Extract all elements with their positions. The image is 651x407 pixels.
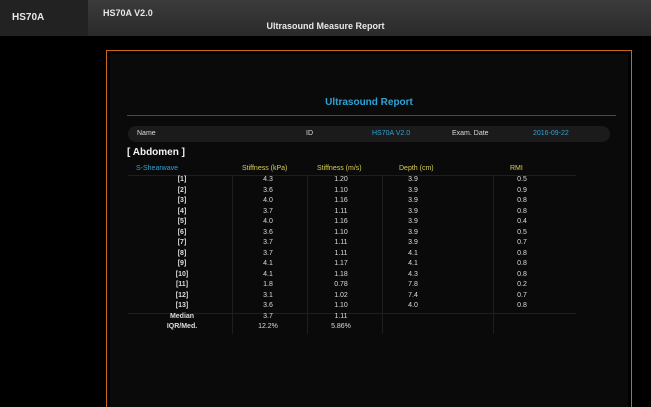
table-column-divider: [307, 175, 308, 334]
table-cell: 0.7: [517, 291, 527, 299]
table-cell: 5.86%: [331, 323, 351, 330]
table-row-label: [3]: [177, 197, 187, 204]
table-row-label: [2]: [177, 186, 187, 194]
table-row-label: [9]: [177, 260, 187, 267]
table-cell: 0.8: [517, 270, 527, 278]
table-column-divider: [493, 175, 494, 334]
table-cell: 0.7: [517, 239, 527, 246]
table-cell: 1.10: [334, 186, 348, 194]
table-row-label: [8]: [177, 249, 187, 257]
table-cell: 3.6: [263, 186, 273, 194]
table-cell: 0.4: [517, 218, 527, 225]
table-cell: 1.11: [334, 312, 348, 320]
window-title: Ultrasound Measure Report: [266, 21, 385, 31]
table-cell: 7.4: [408, 291, 418, 299]
table-cell: 0.5: [517, 228, 527, 236]
table-row-label: IQR/Med.: [166, 323, 198, 330]
table-cell: 3.7: [263, 249, 273, 257]
table-cell: 4.1: [263, 270, 273, 278]
version-label: HS70A V2.0: [103, 8, 153, 18]
table-cell: 3.6: [263, 228, 273, 236]
table-row-label: [7]: [177, 239, 187, 246]
table-row-label: [4]: [177, 207, 187, 215]
table-cell: 1.16: [334, 197, 348, 204]
table-cell: 4.0: [263, 218, 273, 225]
table-cell: 1.11: [334, 207, 348, 215]
table-cell: 12.2%: [258, 323, 278, 330]
table-row-label: [5]: [177, 218, 187, 225]
table-cell: 1.18: [334, 270, 348, 278]
table-cell: 0.5: [517, 176, 527, 183]
table-cell: 4.1: [408, 249, 418, 257]
table-cell: 4.1: [408, 260, 418, 267]
table-cell: 4.0: [408, 302, 418, 309]
table-cell: 1.11: [334, 239, 348, 246]
table-cell: 1.10: [334, 302, 348, 309]
table-cell: 3.9: [408, 228, 418, 236]
table-row-label: [11]: [175, 281, 189, 288]
table-cell: 3.9: [408, 239, 418, 246]
table-cell: 3.9: [408, 176, 418, 183]
table-cell: 0.8: [517, 197, 527, 204]
table-header-0: S-Shearwave: [136, 165, 179, 172]
table-cell: 7.8: [408, 281, 418, 288]
table-cell: 0.78: [334, 281, 348, 288]
table-header-3: Depth (cm): [399, 165, 434, 172]
table-cell: 0.8: [517, 260, 527, 267]
table-row-label: [1]: [177, 176, 187, 183]
title-bar: HS70A HS70A V2.0 Ultrasound Measure Repo…: [0, 0, 651, 36]
table-cell: 0.2: [517, 281, 527, 288]
table-cell: 1.10: [334, 228, 348, 236]
table-cell: 1.8: [263, 281, 273, 288]
table-cell: 3.9: [408, 218, 418, 225]
measurement-table: S-Shearwave Stiffness (kPa) Stiffness (m/s…: [110, 54, 628, 407]
table-cell: 3.7: [263, 239, 273, 246]
table-header-2: Stiffness (m/s): [317, 165, 362, 172]
table-cell: 4.3: [263, 176, 273, 183]
table-cell: 3.1: [263, 291, 273, 299]
table-cell: 1.17: [334, 260, 348, 267]
report-page[interactable]: Ultrasound Report Name ID HS70A V2.0 Exa…: [110, 54, 628, 407]
table-cell: 3.9: [408, 207, 418, 215]
table-row-label: [12]: [175, 291, 189, 299]
table-cell: 0.8: [517, 207, 527, 215]
table-cell: 4.3: [408, 270, 418, 278]
table-row-label: [10]: [175, 270, 189, 278]
table-row-label: Median: [169, 312, 195, 320]
table-cell: 3.7: [263, 312, 273, 320]
table-header-1: Stiffness (kPa): [242, 165, 288, 172]
table-cell: 3.9: [408, 186, 418, 194]
table-cell: 4.0: [263, 197, 273, 204]
table-cell: 4.1: [263, 260, 273, 267]
table-column-divider: [382, 175, 383, 334]
table-cell: 0.9: [517, 186, 527, 194]
table-cell: 0.8: [517, 302, 527, 309]
table-cell: 3.6: [263, 302, 273, 309]
table-cell: 1.20: [334, 176, 348, 183]
table-cell: 0.8: [517, 249, 527, 257]
table-cell: 3.9: [408, 197, 418, 204]
table-row-label: [6]: [177, 228, 187, 236]
table-cell: 1.11: [334, 249, 348, 257]
table-cell: 1.02: [334, 291, 348, 299]
table-column-divider: [232, 175, 233, 334]
table-cell: 3.7: [263, 207, 273, 215]
table-cell: 1.16: [334, 218, 348, 225]
table-row-label: [13]: [175, 302, 189, 309]
table-header-4: RMI: [510, 165, 523, 172]
